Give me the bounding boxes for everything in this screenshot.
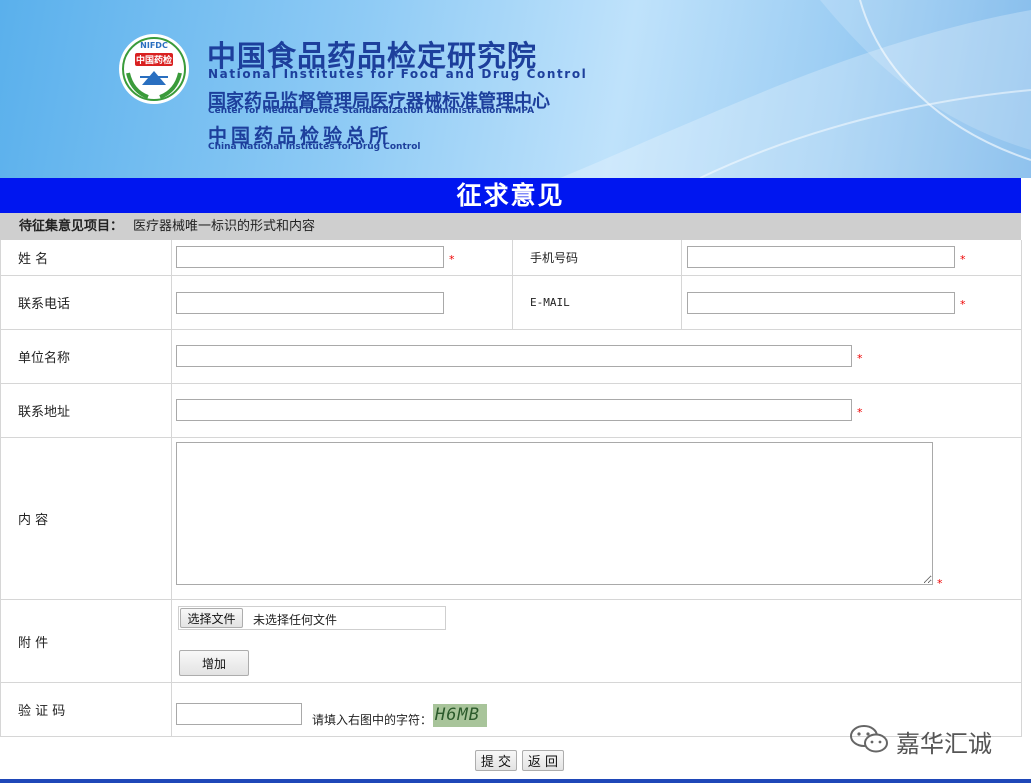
content-input-cell: * (172, 438, 1022, 599)
org-required-mark: * (857, 352, 863, 365)
org-input[interactable] (176, 345, 852, 367)
form-row-address: 联系地址 * (1, 384, 1022, 438)
mobile-label: 手机号码 (512, 240, 682, 275)
email-label: E-MAIL (512, 276, 682, 329)
header-banner: 中国药检 NIFDC 中国食品药品检定研究院 National Institut… (0, 0, 1031, 178)
org-input-cell: * (172, 330, 1022, 383)
address-required-mark: * (857, 406, 863, 419)
nifdc-logo: 中国药检 NIFDC (119, 34, 189, 104)
institute-title-en: National Institutes for Food and Drug Co… (208, 67, 588, 81)
submit-button[interactable]: 提 交 (475, 750, 517, 771)
subject-label: 待征集意见项目： (19, 219, 124, 234)
content-textarea[interactable] (176, 442, 933, 585)
watermark-text: 嘉华汇诚 (896, 730, 992, 758)
form-row-org: 单位名称 * (1, 330, 1022, 384)
form-row-name: 姓 名 * 手机号码 * (1, 240, 1022, 276)
phone-input[interactable] (176, 292, 444, 314)
subject-value: 医疗器械唯一标识的形式和内容 (133, 219, 316, 234)
inst-title-en: China National Institutes for Drug Contr… (208, 142, 421, 152)
center-title-en: Center for Medical Device Standardizatio… (208, 106, 535, 116)
file-status: 未选择任何文件 (253, 613, 338, 627)
name-label: 姓 名 (1, 240, 172, 275)
attachment-label: 附 件 (1, 600, 172, 682)
page-title: 征求意见 (0, 178, 1021, 213)
org-label: 单位名称 (1, 330, 172, 383)
email-input-cell: * (683, 276, 1022, 329)
form-row-phone: 联系电话 E-MAIL * (1, 276, 1022, 330)
subject-bar: 待征集意见项目： 医疗器械唯一标识的形式和内容 (0, 213, 1021, 240)
email-input[interactable] (687, 292, 955, 314)
captcha-hint: 请填入右图中的字符： (312, 713, 433, 727)
file-input[interactable]: 选择文件 未选择任何文件 (178, 606, 446, 630)
logo-inner-text: 中国药检 (136, 54, 172, 66)
name-input[interactable] (176, 246, 444, 268)
mobile-input-cell: * (683, 240, 1022, 275)
feedback-form: 姓 名 * 手机号码 * 联系电话 E-MAIL * 单位名称 * 联系地址 *… (0, 240, 1022, 737)
bottom-divider (0, 779, 1031, 783)
wechat-icon (850, 725, 888, 753)
mobile-input[interactable] (687, 246, 955, 268)
form-row-content: 内 容 * (1, 438, 1022, 600)
captcha-label: 验 证 码 (1, 683, 172, 736)
content-required-mark: * (937, 577, 943, 590)
content-label: 内 容 (1, 438, 172, 599)
captcha-group: 请填入右图中的字符： H6MB (176, 703, 496, 729)
email-required-mark: * (960, 298, 966, 311)
back-button[interactable]: 返 回 (522, 750, 564, 771)
name-required-mark: * (449, 253, 455, 266)
address-label: 联系地址 (1, 384, 172, 437)
phone-label: 联系电话 (1, 276, 172, 329)
mobile-required-mark: * (960, 253, 966, 266)
address-input[interactable] (176, 399, 852, 421)
attachment-cell: 选择文件 未选择任何文件 增加 (172, 600, 1022, 682)
add-attachment-button[interactable]: 增加 (179, 650, 249, 676)
address-input-cell: * (172, 384, 1022, 437)
captcha-image-text: H6MB (435, 705, 480, 725)
captcha-input[interactable] (176, 703, 302, 725)
form-row-attachment: 附 件 选择文件 未选择任何文件 增加 (1, 600, 1022, 683)
captcha-image[interactable]: H6MB (433, 704, 487, 727)
logo-badge-text: NIFDC (140, 41, 168, 50)
watermark: 嘉华汇诚 (848, 722, 1008, 758)
choose-file-button[interactable]: 选择文件 (180, 608, 243, 628)
